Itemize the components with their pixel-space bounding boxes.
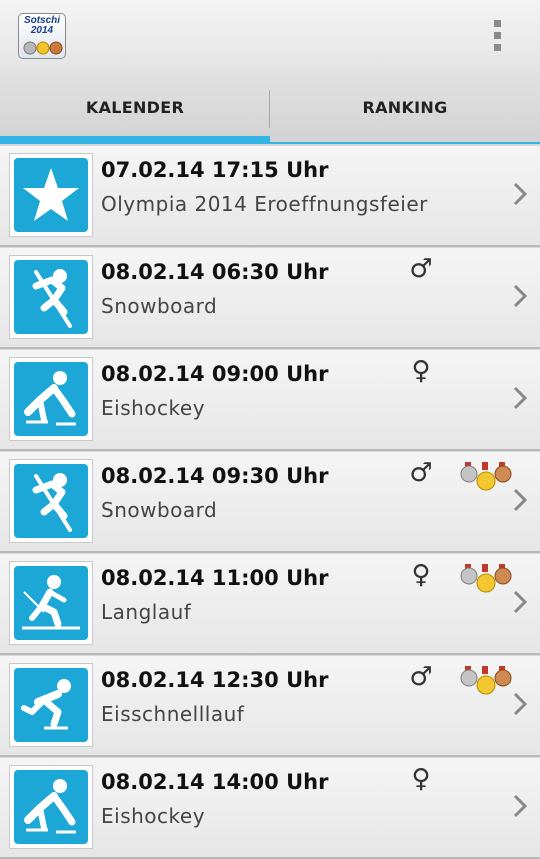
male-icon: ♂ [409, 254, 433, 284]
event-datetime: 08.02.14 14:00 Uhr [101, 770, 329, 794]
overflow-dot [494, 32, 501, 39]
event-name: Eishockey [101, 396, 206, 420]
event-thumbnail [9, 357, 93, 441]
event-name: Eisschnelllauf [101, 702, 245, 726]
event-datetime: 08.02.14 12:30 Uhr [101, 668, 329, 692]
chevron-right-icon [513, 794, 528, 818]
tab-ranking[interactable]: RANKING [270, 70, 540, 144]
event-datetime: 08.02.14 09:00 Uhr [101, 362, 329, 386]
event-name: Snowboard [101, 498, 218, 522]
event-thumbnail [9, 765, 93, 849]
snowboard-icon [32, 473, 72, 532]
speed-skating-icon [21, 679, 71, 730]
female-icon: ♀ [411, 356, 431, 386]
female-icon: ♀ [411, 764, 431, 794]
event-thumbnail [9, 153, 93, 237]
medals-icon [460, 666, 512, 695]
action-bar: Sotschi 2014 [0, 0, 540, 71]
tab-selected-indicator [0, 136, 270, 144]
event-name: Langlauf [101, 600, 192, 624]
event-datetime: 07.02.14 17:15 Uhr [101, 158, 329, 182]
logo-medals-icon [23, 41, 63, 55]
chevron-right-icon [513, 488, 528, 512]
event-thumbnail [9, 561, 93, 645]
chevron-right-icon [513, 692, 528, 716]
event-row[interactable]: 08.02.14 11:00 Uhr Langlauf ♀ [0, 554, 540, 655]
chevron-right-icon [513, 590, 528, 614]
overflow-dot [494, 20, 501, 27]
star-icon [23, 168, 79, 221]
chevron-right-icon [513, 386, 528, 410]
event-thumbnail [9, 255, 93, 339]
tab-bar: KALENDER RANKING [0, 70, 540, 144]
event-name: Eishockey [101, 804, 206, 828]
chevron-right-icon [513, 182, 528, 206]
event-row[interactable]: 08.02.14 14:00 Uhr Eishockey ♀ [0, 758, 540, 859]
male-icon: ♂ [409, 662, 433, 692]
event-name: Olympia 2014 Eroeffnungsfeier [101, 192, 428, 216]
female-icon: ♀ [411, 560, 431, 590]
event-row[interactable]: 07.02.14 17:15 Uhr Olympia 2014 Eroeffnu… [0, 146, 540, 247]
male-icon: ♂ [409, 458, 433, 488]
app-logo-icon[interactable]: Sotschi 2014 [18, 13, 66, 59]
ice-hockey-icon [24, 779, 76, 834]
medals-icon [460, 564, 512, 593]
overflow-menu-button[interactable] [486, 18, 510, 54]
event-row[interactable]: 08.02.14 09:30 Uhr Snowboard ♂ [0, 452, 540, 553]
tab-kalender[interactable]: KALENDER [0, 70, 270, 144]
chevron-right-icon [513, 284, 528, 308]
cross-country-skiing-icon [22, 575, 80, 630]
event-list: 07.02.14 17:15 Uhr Olympia 2014 Eroeffnu… [0, 146, 540, 859]
event-row[interactable]: 08.02.14 12:30 Uhr Eisschnelllauf ♂ [0, 656, 540, 757]
snowboard-icon [32, 269, 72, 328]
event-datetime: 08.02.14 09:30 Uhr [101, 464, 329, 488]
event-thumbnail [9, 459, 93, 543]
event-datetime: 08.02.14 11:00 Uhr [101, 566, 329, 590]
overflow-dot [494, 44, 501, 51]
app-logo-year: 2014 [30, 25, 54, 36]
event-thumbnail [9, 663, 93, 747]
medals-icon [460, 462, 512, 491]
ice-hockey-icon [24, 371, 76, 426]
event-row[interactable]: 08.02.14 06:30 Uhr Snowboard ♂ [0, 248, 540, 349]
event-name: Snowboard [101, 294, 218, 318]
event-row[interactable]: 08.02.14 09:00 Uhr Eishockey ♀ [0, 350, 540, 451]
event-datetime: 08.02.14 06:30 Uhr [101, 260, 329, 284]
